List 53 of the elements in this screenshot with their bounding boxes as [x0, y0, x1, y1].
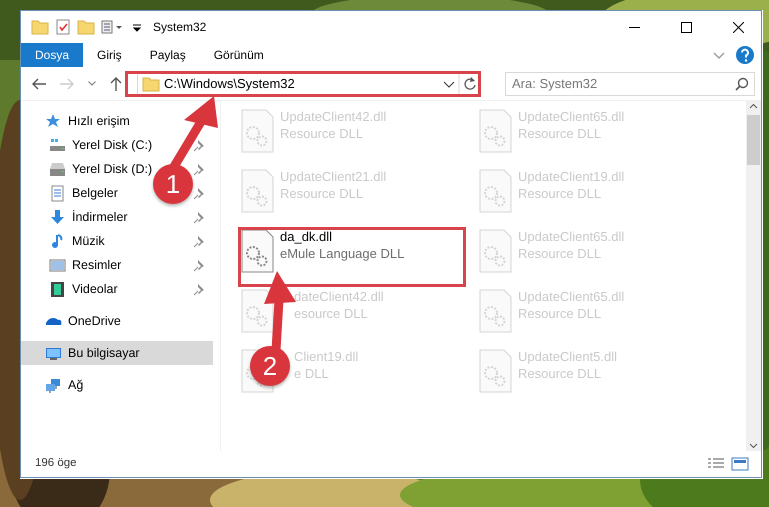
up-icon[interactable] — [110, 76, 122, 90]
scroll-up-icon[interactable] — [747, 101, 760, 111]
scroll-thumb[interactable] — [747, 115, 760, 165]
download-icon — [49, 208, 66, 226]
file-type: eMule Language DLL — [280, 245, 404, 263]
sidebar-item[interactable]: Bu bilgisayar — [68, 344, 140, 362]
sidebar-item[interactable]: Müzik — [72, 232, 105, 250]
sidebar-item[interactable]: Hızlı erişim — [68, 112, 130, 130]
star-icon — [45, 112, 62, 130]
ribbon-tab[interactable]: Görünüm — [200, 43, 278, 67]
back-icon[interactable] — [32, 78, 46, 90]
sidebar-item[interactable]: Ağ — [68, 376, 84, 394]
dll-file-icon — [241, 289, 274, 333]
search-field[interactable]: Ara: System32 — [505, 72, 755, 96]
sidebar-item[interactable]: İndirmeler — [72, 208, 128, 226]
dll-file-icon — [479, 109, 512, 153]
dll-file-icon — [241, 229, 274, 273]
film-icon — [49, 280, 66, 298]
item-count: 196 öge — [35, 456, 77, 472]
picture-icon — [49, 256, 66, 274]
drive-icon — [49, 136, 66, 154]
file-name: da_dk.dll — [280, 229, 334, 245]
scrollbar[interactable] — [746, 101, 761, 451]
drive-icon — [49, 160, 66, 178]
ribbon-tab[interactable]: Dosya — [21, 43, 84, 67]
ribbon-tab[interactable]: Giriş — [83, 43, 136, 67]
search-icon — [735, 76, 749, 90]
ribbon-tab[interactable]: Paylaş — [136, 43, 200, 67]
sidebar-item[interactable]: Yerel Disk (D:) — [72, 160, 152, 178]
dll-file-icon — [479, 289, 512, 333]
sidebar-item[interactable]: OneDrive — [68, 312, 121, 330]
sidebar-item[interactable]: Videolar — [72, 280, 118, 298]
folder-icon — [31, 18, 49, 36]
dll-file-icon — [241, 169, 274, 213]
dll-file-icon — [241, 109, 274, 153]
window-title: System32 — [153, 19, 206, 36]
caret-icon[interactable] — [88, 81, 96, 86]
dll-file-icon — [479, 169, 512, 213]
sidebar-item[interactable]: Belgeler — [72, 184, 118, 202]
help-icon[interactable] — [735, 43, 755, 67]
close-icon[interactable] — [732, 22, 744, 32]
properties-icon[interactable] — [55, 18, 71, 36]
maximize-icon[interactable] — [680, 22, 692, 32]
tiles-view-icon[interactable] — [731, 457, 749, 471]
dll-file-icon — [479, 229, 512, 273]
folder-icon — [142, 74, 160, 92]
scroll-down-icon[interactable] — [747, 441, 760, 451]
document-icon — [49, 184, 66, 202]
dll-file-icon — [479, 349, 512, 393]
view-menu-icon[interactable] — [101, 18, 125, 36]
sidebar-item[interactable]: Yerel Disk (C:) — [72, 136, 152, 154]
network-icon — [45, 376, 62, 394]
sidebar-item[interactable]: Resimler — [72, 256, 122, 274]
